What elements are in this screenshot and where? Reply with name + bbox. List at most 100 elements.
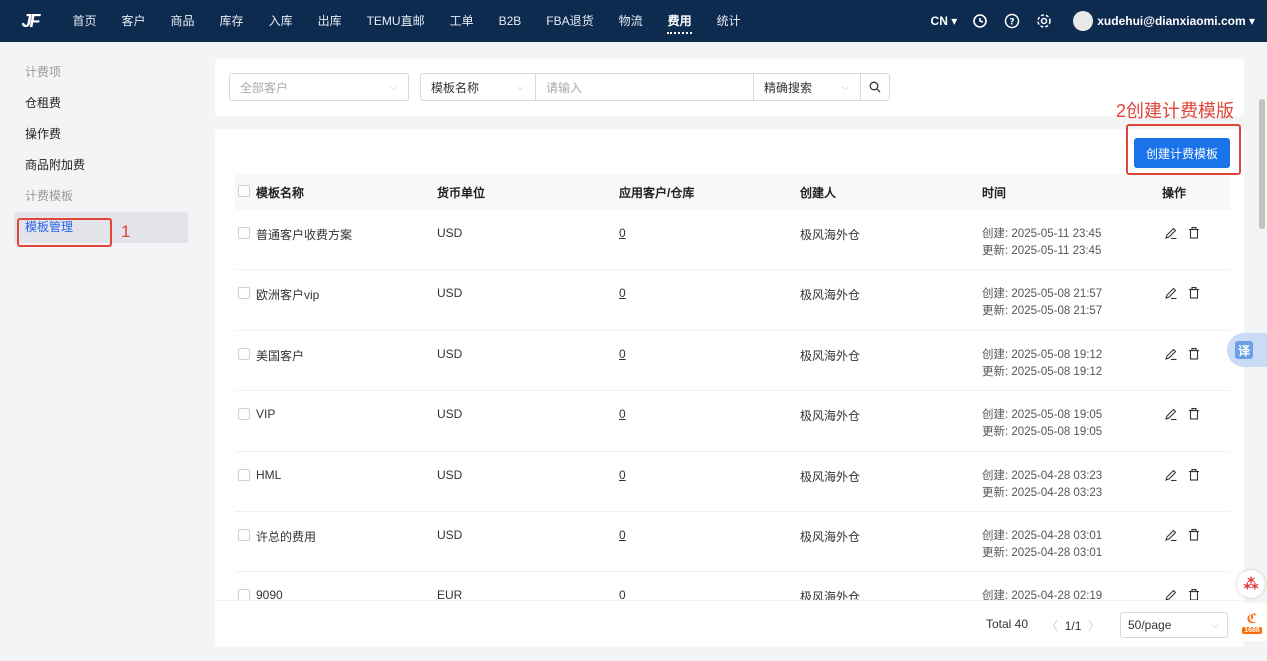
delete-icon[interactable] bbox=[1187, 347, 1201, 361]
applied-count-link[interactable]: 0 bbox=[619, 286, 626, 300]
select-all-checkbox[interactable] bbox=[238, 185, 250, 197]
header-time: 时间 bbox=[982, 185, 1007, 200]
delete-icon[interactable] bbox=[1187, 588, 1201, 600]
edit-icon[interactable] bbox=[1164, 286, 1178, 300]
time-cell: 创建: 2025-04-28 03:01 更新: 2025-04-28 03:01 bbox=[982, 528, 1102, 562]
row-checkbox[interactable] bbox=[238, 589, 250, 600]
page-indicator: 1/1 bbox=[1064, 619, 1082, 633]
search-icon bbox=[869, 81, 881, 93]
template-name: 9090 bbox=[256, 588, 283, 600]
pagination-nav: 〈 1/1 〉 bbox=[1046, 617, 1100, 634]
edit-icon[interactable] bbox=[1164, 528, 1178, 542]
table-row: 欧洲客户vip USD 0 极风海外仓 创建: 2025-05-08 21:57 更新: … bbox=[235, 270, 1230, 331]
table-row: 9090 EUR 0 极风海外仓 创建: 2025-04-28 02:19 bbox=[235, 572, 1230, 600]
sidebar-group-billing-items: 计费项 bbox=[25, 65, 62, 79]
sidebar-group-billing-templates: 计费模板 bbox=[25, 189, 74, 203]
match-mode-select[interactable]: 精确搜索 ⌵ bbox=[753, 73, 861, 101]
row-checkbox[interactable] bbox=[238, 468, 250, 481]
updated-time: 更新: 2025-05-11 23:45 bbox=[982, 245, 1102, 257]
header-actions: 操作 bbox=[1162, 185, 1187, 200]
row-checkbox[interactable] bbox=[238, 287, 250, 300]
store-1688-widget[interactable]: ℭ 1688 bbox=[1237, 603, 1267, 641]
chevron-down-icon: ⌵ bbox=[1212, 620, 1219, 630]
creator: 极风海外仓 bbox=[800, 409, 861, 424]
edit-icon[interactable] bbox=[1164, 588, 1178, 600]
svg-text:?: ? bbox=[1010, 18, 1015, 28]
nav-item-2[interactable]: 商品 bbox=[158, 0, 207, 42]
nav-item-12[interactable]: 统计 bbox=[704, 0, 753, 42]
sidebar-item-storage-fee[interactable]: 仓租费 bbox=[0, 88, 200, 119]
delete-icon[interactable] bbox=[1187, 407, 1201, 421]
created-time: 创建: 2025-05-08 19:12 bbox=[982, 348, 1103, 361]
nav-items: 首页 客户 商品 库存 入库 出库 TEMU直邮 工单 B2B FBA退货 物流 费用 统计 bbox=[60, 0, 753, 42]
applied-count-link[interactable]: 0 bbox=[619, 226, 626, 240]
translate-icon: 译 bbox=[1235, 341, 1253, 359]
template-name: HML bbox=[256, 467, 282, 482]
updated-time: 更新: 2025-04-28 03:01 bbox=[982, 546, 1103, 559]
sidebar-item-product-surcharge[interactable]: 商品附加费 bbox=[0, 150, 200, 181]
search-input-placeholder: 请输入 bbox=[546, 80, 583, 95]
nav-item-10[interactable]: 物流 bbox=[606, 0, 655, 42]
row-checkbox[interactable] bbox=[238, 408, 250, 421]
applied-count-link[interactable]: 0 bbox=[619, 347, 626, 361]
language-selector[interactable]: CN ▾ bbox=[931, 14, 958, 28]
header-applied: 应用客户/仓库 bbox=[619, 185, 695, 200]
template-table-card: 创建计费模板 模板名称 货币单位 应用客户/仓库 创建人 时间 操作 普通客户收… bbox=[215, 129, 1244, 647]
nav-item-6[interactable]: TEMU直邮 bbox=[354, 0, 437, 42]
settings-icon[interactable] bbox=[1035, 12, 1053, 30]
table-body: 普通客户收费方案 USD 0 极风海外仓 创建: 2025-05-11 23:45 更新:… bbox=[235, 210, 1230, 600]
currency: USD bbox=[437, 527, 463, 542]
nav-item-9[interactable]: FBA退货 bbox=[534, 0, 606, 42]
customer-select[interactable]: 全部客户 ⌵ bbox=[229, 73, 409, 101]
applied-count-link[interactable]: 0 bbox=[619, 588, 626, 600]
time-cell: 创建: 2025-05-08 19:12 更新: 2025-05-08 19:12 bbox=[982, 347, 1102, 381]
network-icon[interactable]: ⁂ bbox=[1237, 570, 1265, 598]
edit-icon[interactable] bbox=[1164, 347, 1178, 361]
nav-item-7[interactable]: 工单 bbox=[437, 0, 486, 42]
filter-bar: 全部客户 ⌵ 模板名称 ⌵ 请输入 精确搜索 ⌵ bbox=[215, 59, 1244, 116]
search-button[interactable] bbox=[860, 73, 890, 101]
scrollbar-thumb[interactable] bbox=[1259, 99, 1265, 229]
delete-icon[interactable] bbox=[1187, 468, 1201, 482]
user-menu[interactable]: xudehui@dianxiaomi.com ▾ bbox=[1073, 11, 1255, 31]
nav-item-5[interactable]: 出库 bbox=[305, 0, 354, 42]
chevron-down-icon: ⌵ bbox=[842, 82, 849, 92]
help-icon[interactable]: ? bbox=[1003, 12, 1021, 30]
field-select[interactable]: 模板名称 ⌵ bbox=[420, 73, 536, 101]
cycle-icon[interactable] bbox=[971, 12, 989, 30]
nav-item-1[interactable]: 客户 bbox=[109, 0, 158, 42]
applied-count-link[interactable]: 0 bbox=[619, 407, 626, 421]
field-select-value: 模板名称 bbox=[431, 80, 480, 95]
table-row: VIP USD 0 极风海外仓 创建: 2025-05-08 19:05 更新: 2025… bbox=[235, 391, 1230, 452]
app-logo[interactable]: JF bbox=[0, 11, 60, 32]
sidebar-item-operation-fee[interactable]: 操作费 bbox=[0, 119, 200, 150]
row-checkbox[interactable] bbox=[238, 227, 250, 239]
search-input[interactable]: 请输入 bbox=[535, 73, 754, 101]
nav-item-11[interactable]: 费用 bbox=[655, 0, 704, 42]
translate-widget[interactable]: 译 bbox=[1227, 333, 1267, 367]
nav-item-3[interactable]: 库存 bbox=[207, 0, 256, 42]
page-size-select[interactable]: 50/page ⌵ bbox=[1120, 612, 1228, 638]
next-page-button[interactable]: 〉 bbox=[1088, 619, 1100, 633]
currency: EUR bbox=[437, 588, 463, 600]
row-checkbox[interactable] bbox=[238, 528, 250, 541]
delete-icon[interactable] bbox=[1187, 286, 1201, 300]
delete-icon[interactable] bbox=[1187, 226, 1201, 240]
applied-count-link[interactable]: 0 bbox=[619, 468, 626, 482]
edit-icon[interactable] bbox=[1164, 407, 1178, 421]
customer-select-placeholder: 全部客户 bbox=[240, 80, 289, 95]
prev-page-button[interactable]: 〈 bbox=[1046, 619, 1058, 633]
actions-cell bbox=[1164, 347, 1210, 364]
nav-item-8[interactable]: B2B bbox=[486, 0, 534, 42]
nav-item-4[interactable]: 入库 bbox=[256, 0, 305, 42]
nav-right: CN ▾ ? xudehui@dianxiaomi.com ▾ bbox=[931, 0, 1267, 42]
table-row: HML USD 0 极风海外仓 创建: 2025-04-28 03:23 更新: 2025… bbox=[235, 452, 1230, 512]
edit-icon[interactable] bbox=[1164, 226, 1178, 240]
row-checkbox[interactable] bbox=[238, 347, 250, 360]
annotation-box-2 bbox=[1126, 124, 1241, 175]
applied-count-link[interactable]: 0 bbox=[619, 528, 626, 542]
time-cell: 创建: 2025-05-08 21:57 更新: 2025-05-08 21:57 bbox=[982, 286, 1102, 320]
delete-icon[interactable] bbox=[1187, 528, 1201, 542]
nav-item-0[interactable]: 首页 bbox=[60, 0, 109, 42]
edit-icon[interactable] bbox=[1164, 468, 1178, 482]
